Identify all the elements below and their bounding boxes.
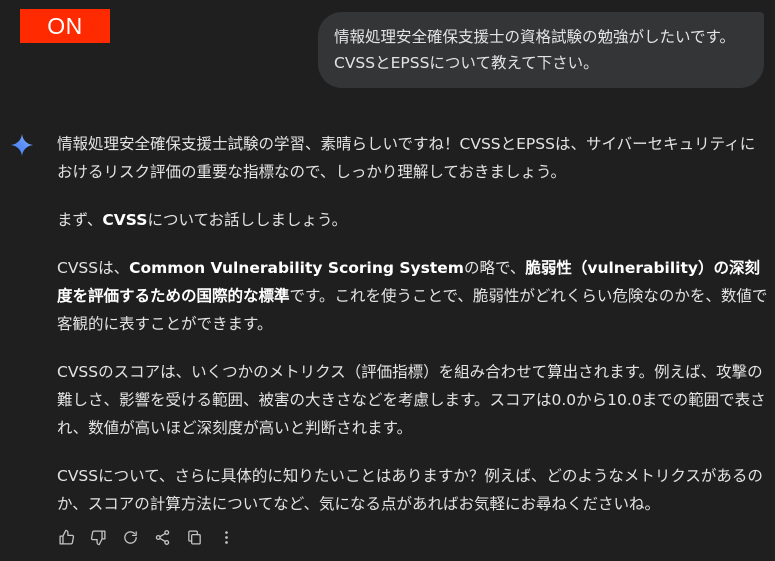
more-vert-icon[interactable] bbox=[215, 526, 237, 548]
user-message-line-2: CVSSとEPSSについて教えて下さい。 bbox=[334, 54, 599, 72]
response-actions-bar bbox=[55, 526, 237, 548]
p3-bold-1: Common Vulnerability Scoring System bbox=[129, 259, 464, 277]
thumbs-up-icon[interactable] bbox=[55, 526, 77, 548]
sparkle-icon bbox=[10, 133, 34, 157]
response-paragraph-5: CVSSについて、さらに具体的に知りたいことはありますか？例えば、どのようなメト… bbox=[57, 467, 763, 513]
response-paragraph-2: まず、CVSSについてお話ししましょう。 bbox=[57, 206, 769, 234]
assistant-response: 情報処理安全確保支援士試験の学習、素晴らしいですね！CVSSとEPSSは、サイバ… bbox=[57, 130, 769, 538]
response-paragraph-3: CVSSは、Common Vulnerability Scoring Syste… bbox=[57, 254, 769, 338]
user-message-bubble: 情報処理安全確保支援士の資格試験の勉強がしたいです。 CVSSとEPSSについて… bbox=[318, 12, 764, 88]
p2-bold-cvss: CVSS bbox=[102, 211, 148, 229]
regenerate-icon[interactable] bbox=[119, 526, 141, 548]
thumbs-down-icon[interactable] bbox=[87, 526, 109, 548]
p3-text-2: の略で、 bbox=[463, 259, 526, 277]
p3-text-1: CVSSは、 bbox=[57, 259, 130, 277]
copy-icon[interactable] bbox=[183, 526, 205, 548]
response-paragraph-1: 情報処理安全確保支援士試験の学習、素晴らしいですね！CVSSとEPSSは、サイバ… bbox=[57, 135, 756, 181]
on-badge: ON bbox=[20, 9, 110, 43]
share-icon[interactable] bbox=[151, 526, 173, 548]
p2-text-pre: まず、 bbox=[57, 211, 103, 229]
user-message-line-1: 情報処理安全確保支援士の資格試験の勉強がしたいです。 bbox=[334, 28, 735, 46]
response-paragraph-4: CVSSのスコアは、いくつかのメトリクス（評価指標）を組み合わせて算出されます。… bbox=[57, 363, 766, 437]
p2-text-post: についてお話ししましょう。 bbox=[147, 211, 348, 229]
